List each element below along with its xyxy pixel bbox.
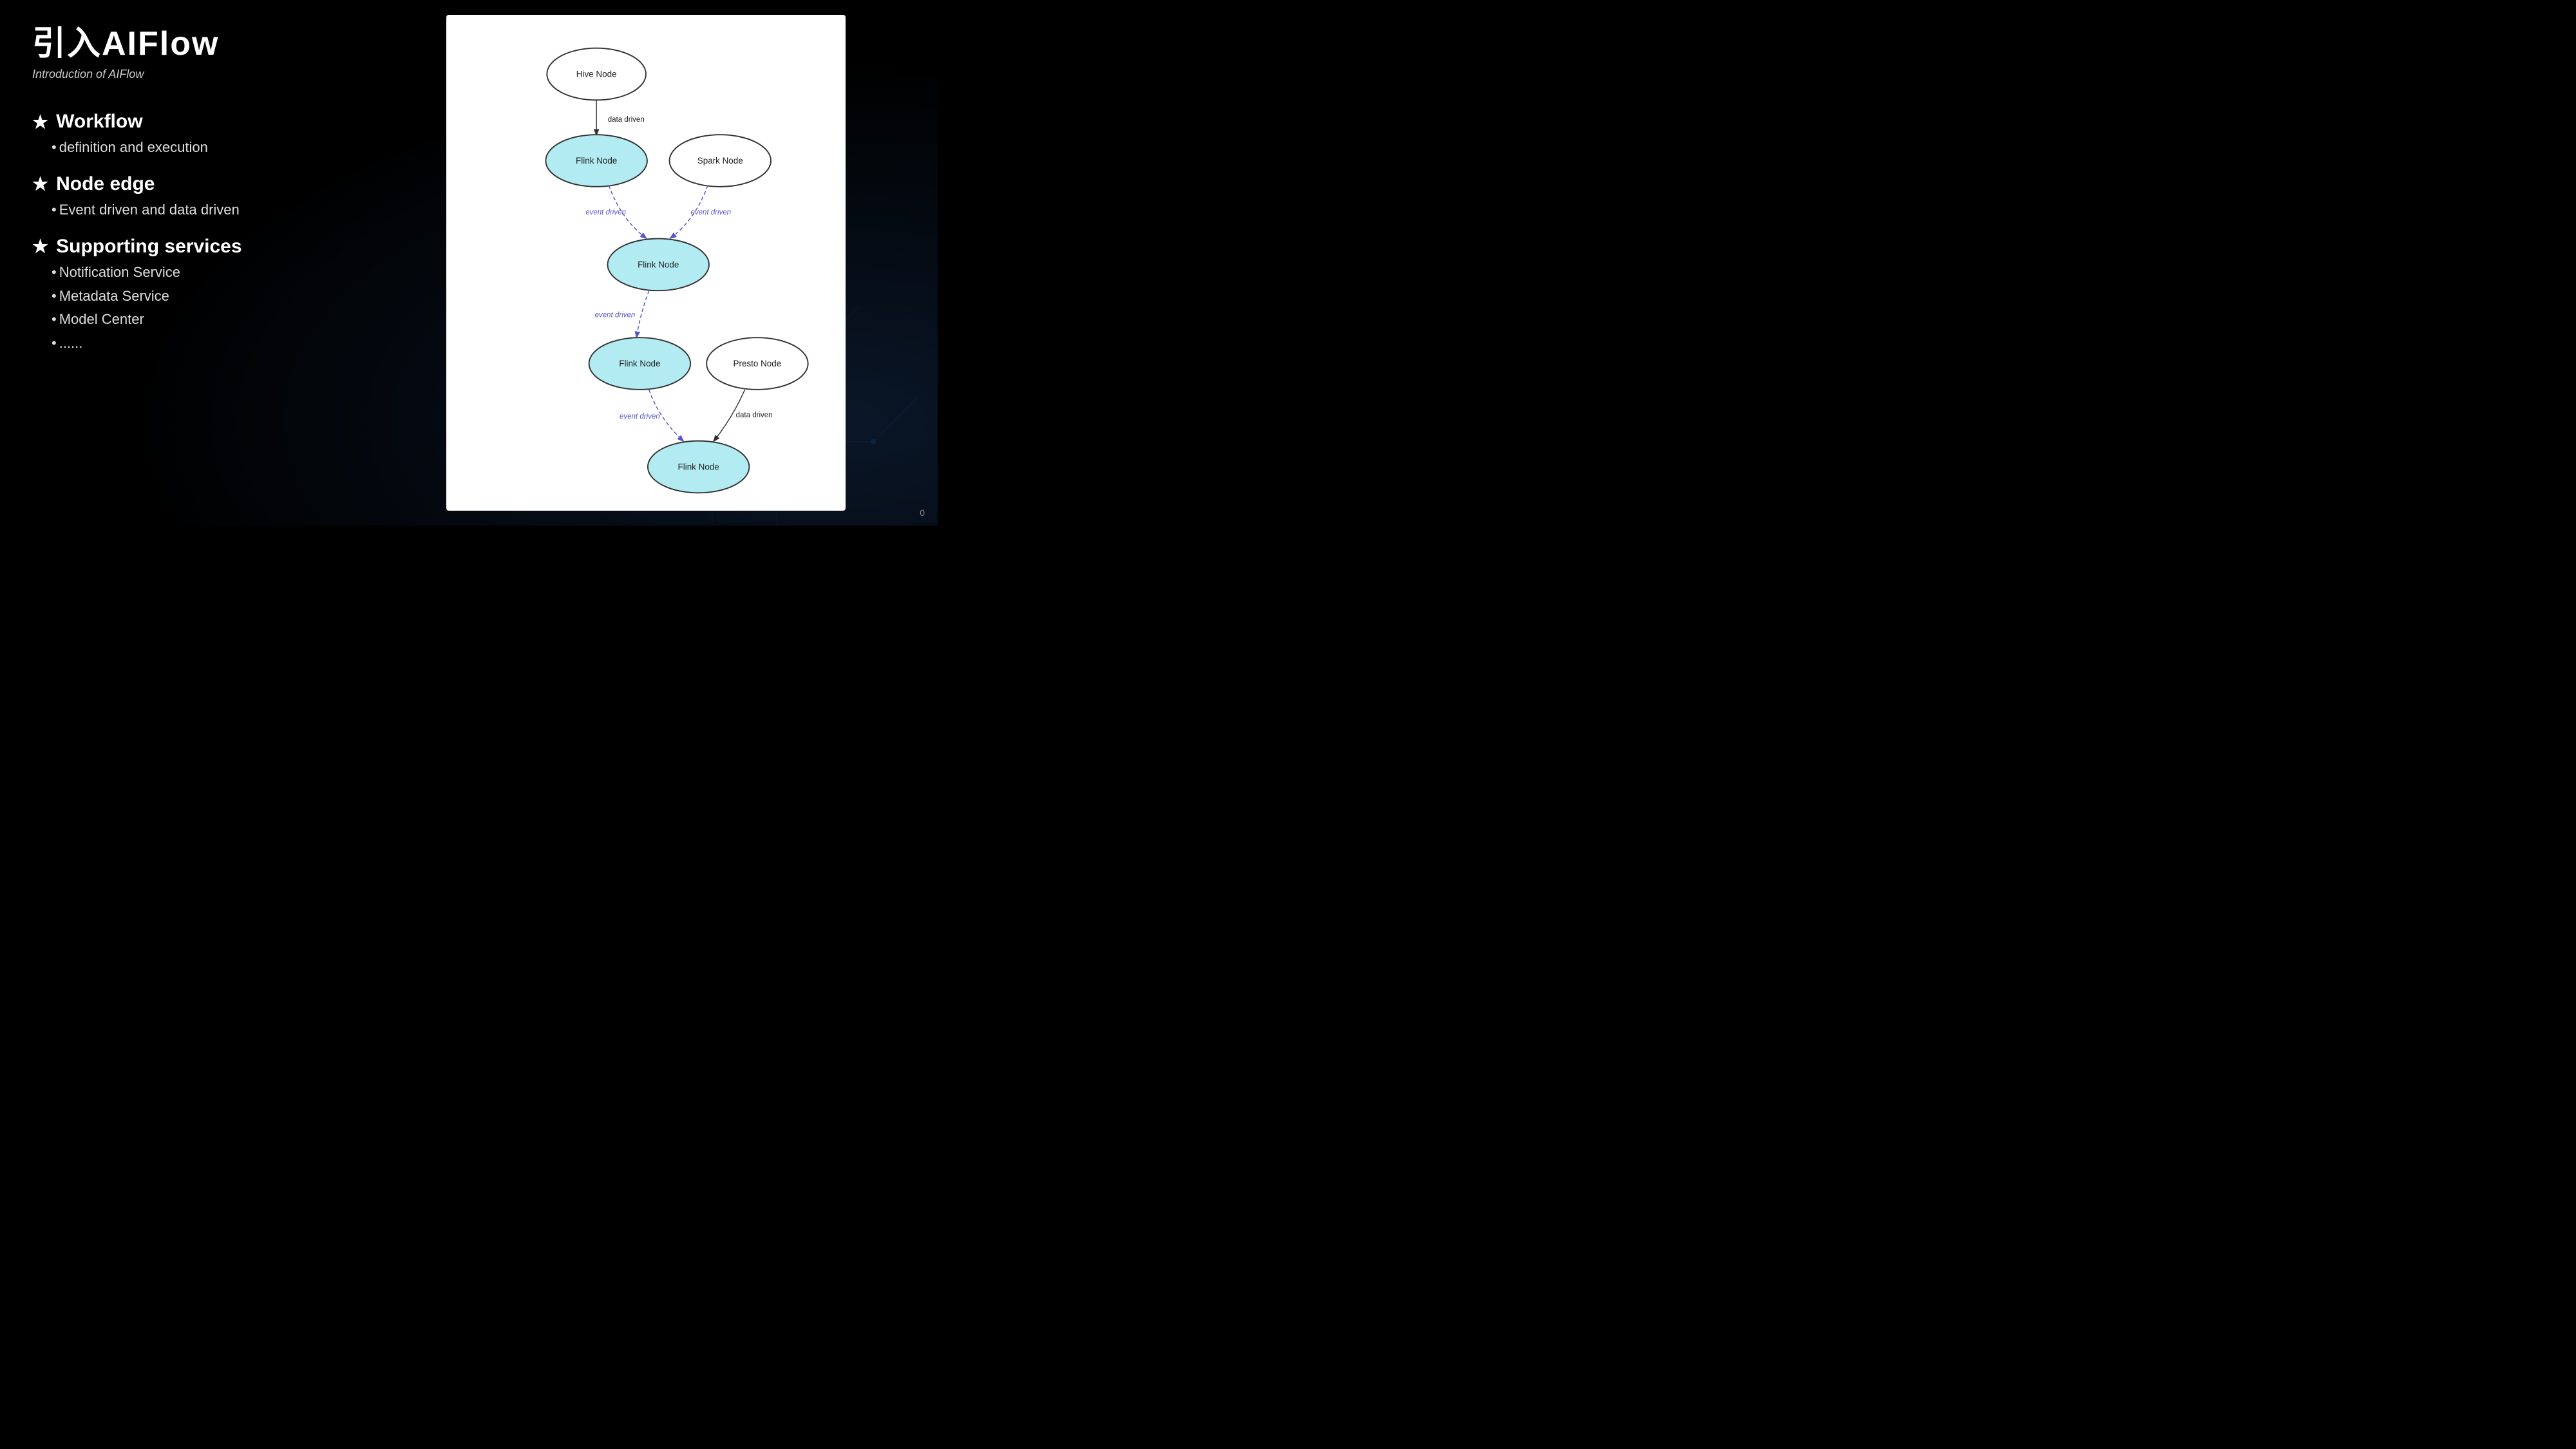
star-icon-1: ★ bbox=[32, 111, 48, 133]
supporting-services-bullet-3: Model Center bbox=[32, 310, 328, 330]
edge-label-event-driven-2: event driven bbox=[690, 209, 731, 216]
supporting-services-bullet-2: Metadata Service bbox=[32, 287, 328, 307]
diagram-container: Hive Node data driven Flink Node Spark N… bbox=[446, 15, 846, 511]
left-panel: 引入AIFlow Introduction of AIFlow ★ Workfl… bbox=[0, 0, 361, 526]
workflow-heading: Workflow bbox=[56, 111, 142, 133]
workflow-diagram: Hive Node data driven Flink Node Spark N… bbox=[459, 28, 833, 498]
edge-label-event-driven-1: event driven bbox=[585, 209, 626, 216]
edge-flink2-flink3 bbox=[637, 290, 649, 337]
flink-node-4-label: Flink Node bbox=[678, 462, 719, 471]
node-edge-bullet-1: Event driven and data driven bbox=[32, 200, 328, 220]
supporting-services-heading: Supporting services bbox=[56, 236, 242, 258]
star-icon-3: ★ bbox=[32, 236, 48, 257]
supporting-services-bullet-4: ...... bbox=[32, 334, 328, 354]
hive-node-label: Hive Node bbox=[576, 70, 617, 79]
spark-node-label: Spark Node bbox=[697, 156, 743, 166]
star-icon-2: ★ bbox=[32, 173, 48, 194]
presto-node-label: Presto Node bbox=[734, 359, 782, 368]
right-panel: Hive Node data driven Flink Node Spark N… bbox=[361, 0, 938, 526]
flink-node-3-label: Flink Node bbox=[619, 359, 660, 368]
edge-label-data-driven-1: data driven bbox=[608, 116, 645, 124]
flink-node-2-label: Flink Node bbox=[638, 260, 679, 269]
section-node-edge: ★ Node edge bbox=[32, 173, 328, 195]
supporting-services-bullet-1: Notification Service bbox=[32, 263, 328, 283]
section-supporting-services: ★ Supporting services bbox=[32, 236, 328, 258]
section-workflow: ★ Workflow bbox=[32, 111, 328, 133]
title-english: Introduction of AIFlow bbox=[32, 68, 328, 81]
title-chinese: 引入AIFlow bbox=[32, 26, 328, 62]
page-number: 0 bbox=[920, 507, 925, 518]
node-edge-heading: Node edge bbox=[56, 173, 155, 195]
edge-label-event-driven-3: event driven bbox=[595, 312, 636, 319]
edge-label-event-driven-4: event driven bbox=[620, 413, 660, 421]
workflow-bullet-1: definition and execution bbox=[32, 138, 328, 158]
flink-node-1-label: Flink Node bbox=[576, 156, 617, 166]
edge-label-data-driven-2: data driven bbox=[736, 412, 773, 419]
